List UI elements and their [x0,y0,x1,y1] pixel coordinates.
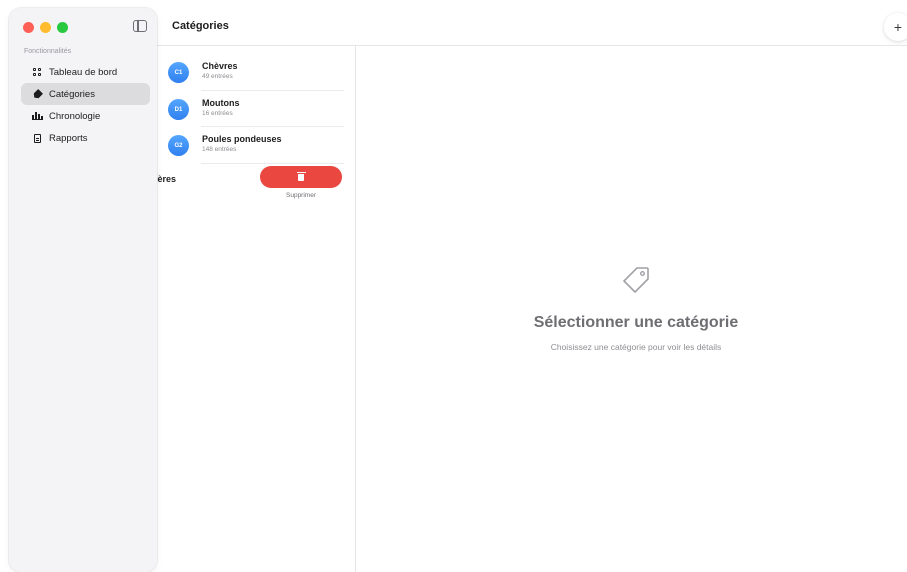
sidebar-item-label: Catégories [49,88,95,100]
tag-outline-icon [623,267,649,293]
category-avatar: C1 [168,62,189,83]
dashboard-grid-icon [31,68,43,76]
delete-button[interactable] [260,166,342,188]
category-entry-count: 16 entrées [202,110,233,117]
row-divider [201,163,344,164]
sidebar-item-label: Tableau de bord [49,66,118,78]
sidebar-item-rapports[interactable]: Rapports [21,127,150,149]
close-window-button[interactable] [23,22,34,33]
delete-button-label: Supprimer [286,192,316,199]
header-divider [157,45,907,46]
sidebar: Fonctionnalités Tableau de bord Catégori… [9,8,157,572]
add-category-button[interactable]: + [884,13,907,41]
tag-icon [31,91,43,98]
category-title: Chèvres [202,61,238,71]
trash-icon [296,171,306,181]
category-title: Moutons [202,98,240,108]
document-icon [31,133,43,143]
app-window: Fonctionnalités Tableau de bord Catégori… [0,0,907,572]
category-title: Poules pondeuses [202,134,282,144]
sidebar-item-categories[interactable]: Catégories [21,83,150,105]
zoom-window-button[interactable] [57,22,68,33]
empty-state-title: Sélectionner une catégorie [533,314,739,331]
category-entry-count: 49 entrées [202,73,233,80]
list-item-poules-pondeuses[interactable]: G2 Poules pondeuses 148 entrées [160,127,344,163]
plus-icon: + [893,19,903,35]
category-entry-count: 148 entrées [202,146,237,153]
page-title: Catégories [172,20,229,32]
sidebar-toggle-icon[interactable] [133,20,147,32]
list-detail-divider [355,46,356,572]
list-item-moutons[interactable]: D1 Moutons 16 entrées [160,91,344,127]
minimize-window-button[interactable] [40,22,51,33]
sidebar-item-chronologie[interactable]: Chronologie [21,105,150,127]
sidebar-item-label: Rapports [49,132,88,144]
swiped-row-title: ières [155,174,177,184]
category-avatar: G2 [168,135,189,156]
list-item-chevres[interactable]: C1 Chèvres 49 entrées [160,54,344,90]
sidebar-section-label: Fonctionnalités [24,48,72,55]
category-avatar: D1 [168,99,189,120]
chart-bars-icon [31,112,43,120]
sidebar-item-tableau-de-bord[interactable]: Tableau de bord [21,61,150,83]
sidebar-item-label: Chronologie [49,110,101,122]
empty-state-subtitle: Choisissez une catégorie pour voir les d… [550,342,722,352]
